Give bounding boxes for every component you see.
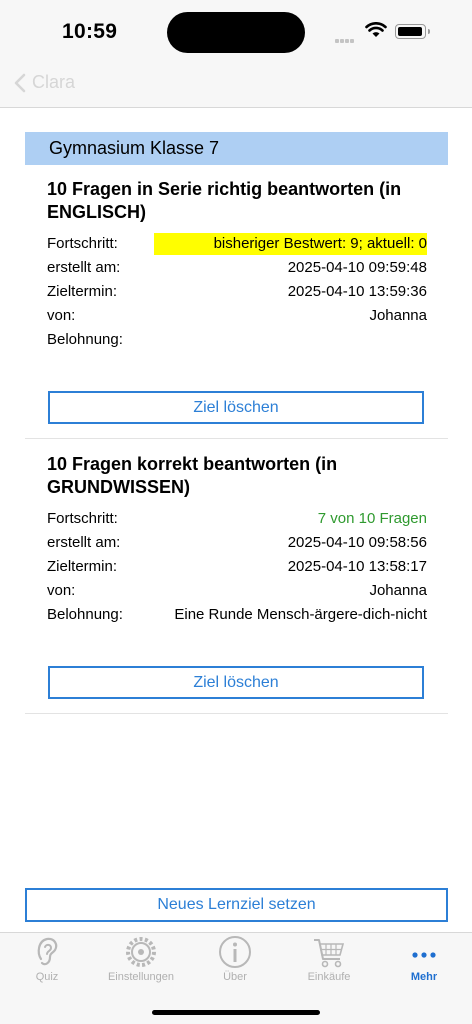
due-label: Zieltermin: [47, 558, 118, 575]
back-button[interactable]: Clara [14, 72, 75, 93]
tab-label: Einstellungen [107, 971, 175, 983]
progress-value: 7 von 10 Fragen [317, 510, 427, 527]
progress-label: Fortschritt: [47, 235, 118, 252]
new-goal-button[interactable]: Neues Lernziel setzen [25, 888, 448, 922]
from-row: von: Johanna [47, 580, 427, 602]
created-label: erstellt am: [47, 259, 121, 276]
tab-label: Einkäufe [307, 971, 351, 983]
due-label: Zieltermin: [47, 283, 118, 300]
created-value: 2025-04-10 09:59:48 [287, 259, 427, 276]
cart-icon [314, 939, 345, 968]
tab-label: Über [223, 971, 247, 983]
dynamic-island [167, 12, 305, 53]
created-label: erstellt am: [47, 534, 121, 551]
battery-icon [395, 24, 430, 39]
reward-label: Belohnung: [47, 331, 123, 348]
tab-einkaeufe[interactable]: Einkäufe [282, 935, 376, 983]
tab-quiz[interactable]: Quiz [0, 935, 94, 983]
tab-label: Quiz [35, 971, 59, 983]
due-row: Zieltermin: 2025-04-10 13:58:17 [47, 556, 427, 578]
progress-value: bisheriger Bestwert: 9; aktuell: 0 [153, 233, 427, 255]
more-icon [412, 952, 436, 958]
tab-ueber[interactable]: Über [188, 935, 282, 983]
reward-row: Belohnung: [47, 329, 427, 351]
from-label: von: [47, 307, 76, 324]
reward-value: Eine Runde Mensch-ärgere-dich-nicht [174, 606, 427, 623]
from-value: Johanna [369, 307, 427, 324]
wifi-icon [365, 22, 387, 37]
progress-row: Fortschritt: 7 von 10 Fragen [47, 508, 427, 530]
from-value: Johanna [369, 582, 427, 599]
goal-title: 10 Fragen korrekt beantworten (in GRUNDW… [47, 454, 338, 497]
due-row: Zieltermin: 2025-04-10 13:59:36 [47, 281, 427, 303]
cellular-signal-icon [335, 30, 355, 48]
goal-title: 10 Fragen in Serie richtig beantworten (… [47, 179, 402, 222]
tab-einstellungen[interactable]: Einstellungen [94, 935, 188, 983]
reward-label: Belohnung: [47, 606, 123, 623]
home-indicator [152, 1010, 320, 1015]
due-value: 2025-04-10 13:59:36 [287, 283, 427, 300]
navigation-bar: Clara [0, 64, 472, 108]
section-header: Gymnasium Klasse 7 [25, 132, 448, 165]
created-row: erstellt am: 2025-04-10 09:58:56 [47, 532, 427, 554]
created-value: 2025-04-10 09:58:56 [287, 534, 427, 551]
reward-row: Belohnung: Eine Runde Mensch-ärgere-dich… [47, 604, 427, 626]
progress-row: Fortschritt: bisheriger Bestwert: 9; akt… [47, 233, 427, 255]
from-label: von: [47, 582, 76, 599]
from-row: von: Johanna [47, 305, 427, 327]
info-icon [219, 936, 251, 968]
tab-label: Mehr [410, 971, 438, 983]
goal-card: 10 Fragen in Serie richtig beantworten (… [25, 178, 448, 439]
created-row: erstellt am: 2025-04-10 09:59:48 [47, 257, 427, 279]
gear-icon [126, 937, 156, 967]
back-label: Clara [32, 72, 76, 92]
tab-mehr[interactable]: Mehr [377, 935, 471, 983]
progress-label: Fortschritt: [47, 510, 118, 527]
delete-goal-button[interactable]: Ziel löschen [48, 391, 424, 424]
status-time: 10:59 [62, 20, 118, 43]
delete-goal-button[interactable]: Ziel löschen [48, 666, 424, 699]
ear-icon [37, 937, 58, 966]
due-value: 2025-04-10 13:58:17 [287, 558, 427, 575]
goal-card: 10 Fragen korrekt beantworten (in GRUNDW… [25, 453, 448, 714]
status-bar: 10:59 [0, 0, 472, 64]
chevron-left-icon [14, 73, 26, 92]
